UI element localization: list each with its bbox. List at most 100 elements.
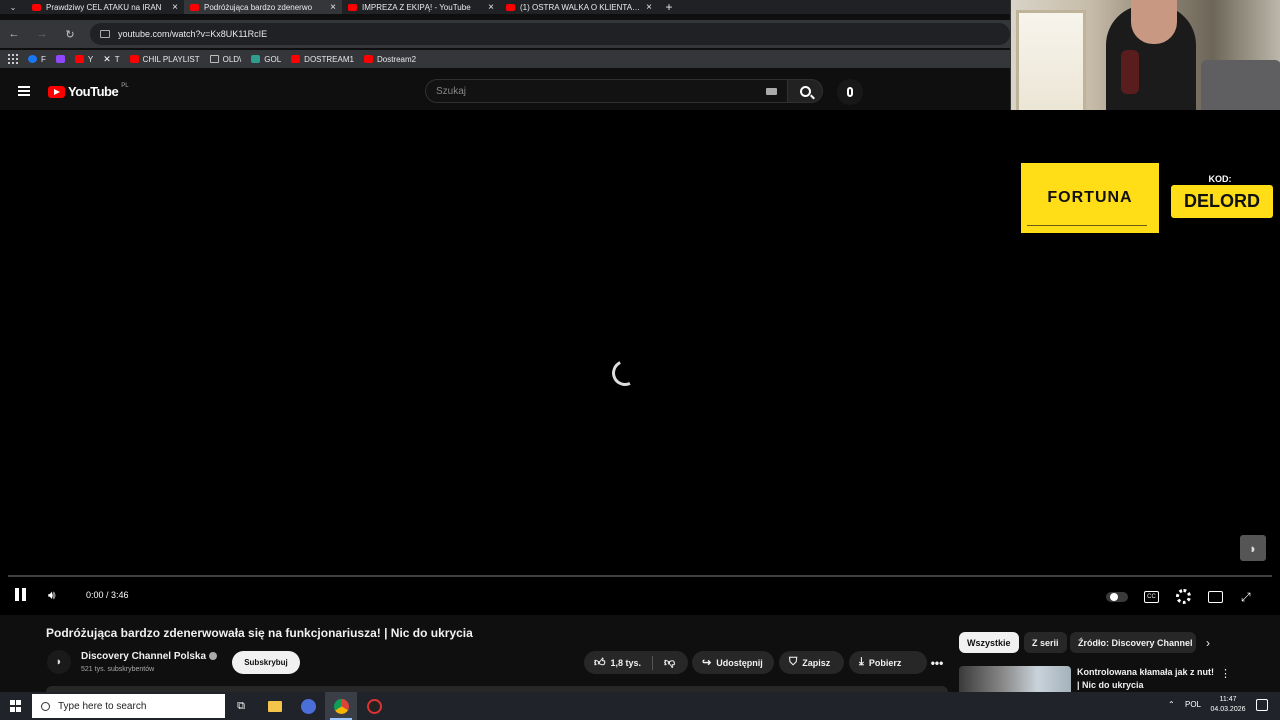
volume-icon[interactable]: 🔊︎ [48,588,62,602]
youtube-icon [291,55,301,63]
reload-icon[interactable]: ↻ [62,28,78,41]
taskbar: Type here to search ⧉ ⌃ POL 11:47 04.03.… [0,692,1280,720]
search-button[interactable] [787,79,823,103]
tab-title: IMPREZA Z EKIPĄ! - YouTube [362,2,471,12]
youtube-favicon-icon [32,3,41,11]
code-label: KOD: [1208,174,1232,184]
chip-all[interactable]: Wszystkie [959,632,1019,653]
share-button[interactable]: ↪ Udostępnij [692,651,774,674]
chrome-icon[interactable] [333,698,349,714]
menu-icon[interactable] [18,86,30,96]
url-field[interactable]: youtube.com/watch?v=Kx8UK11RcIE [90,23,1010,45]
x-icon: ✕ [103,53,111,64]
taskbar-search-placeholder: Type here to search [58,700,147,712]
settings-gear-icon[interactable] [1176,589,1191,604]
recommendation-thumbnail[interactable] [959,666,1071,692]
save-button[interactable]: ⛉ Zapisz [779,651,844,674]
subtitles-icon[interactable]: CC [1144,591,1159,603]
channel-watermark-icon[interactable]: ◗ [1240,535,1266,561]
tab-close-icon[interactable]: × [172,2,178,13]
taskbar-search[interactable]: Type here to search [32,694,225,718]
youtube-logo[interactable]: YouTube PL [48,83,129,99]
forward-icon[interactable]: → [34,28,50,40]
loading-spinner-icon [608,356,642,390]
tab-close-icon[interactable]: × [646,2,652,13]
sponsor-fine-print [1027,225,1147,229]
file-explorer-icon[interactable] [267,698,283,714]
dislike-icon[interactable]: 👎︎ [664,656,675,669]
bookmark-chil-playlist[interactable]: CHIL PLAYLIST [129,55,200,64]
bookmark-dostream1[interactable]: DOSTREAM1 [291,55,354,64]
youtube-icon [129,55,139,63]
autoplay-toggle[interactable] [1106,592,1128,602]
like-icon[interactable]: 👍︎ [594,656,606,669]
progress-bar[interactable] [8,575,1272,577]
theater-mode-icon[interactable] [1208,591,1223,603]
site-settings-icon[interactable] [100,30,110,38]
clock[interactable]: 11:47 04.03.2026 [1206,695,1250,715]
tab-1[interactable]: Podróżująca bardzo zdenerwo × [184,0,342,14]
subscribe-button[interactable]: Subskrybuj [232,651,300,674]
like-dislike-group: 👍︎ 1,8 tys. 👎︎ [584,651,688,674]
screen: ⌄ Prawdziwy CEL ATAKU na IRAN × Podróżuj… [0,0,1280,720]
bookmark-dostream2[interactable]: Dostream2 [363,55,416,64]
language-indicator[interactable]: POL [1185,700,1201,709]
bookmark-x[interactable]: ✕ T [103,54,119,65]
logo-text: YouTube [68,84,119,99]
notifications-icon[interactable] [1256,699,1268,711]
youtube-icon [363,55,373,63]
chrome-alt-icon[interactable] [300,698,316,714]
windows-start-icon[interactable] [10,700,22,712]
youtube-icon [74,55,84,63]
channel-name[interactable]: Discovery Channel Polska [81,651,218,662]
tab-close-icon[interactable]: × [330,2,336,13]
facebook-icon [28,55,37,63]
tab-title: Podróżująca bardzo zdenerwo [204,2,313,12]
tab-0[interactable]: Prawdziwy CEL ATAKU na IRAN × [26,0,184,14]
download-button[interactable]: ⤓ Pobierz [849,651,927,674]
recommendation-title[interactable]: Kontrolowana kłamała jak z nut! | Nic do… [1077,666,1217,692]
tab-close-icon[interactable]: × [488,2,494,13]
bookmark-youtube[interactable]: Y [74,55,93,64]
player-controls: 🔊︎ 0:00 / 3:46 CC ⤢ [0,584,1280,610]
tab-2[interactable]: IMPREZA Z EKIPĄ! - YouTube × [342,0,500,14]
search-icon [41,701,50,711]
app-icon[interactable] [366,698,382,714]
like-count[interactable]: 1,8 tys. [611,658,642,668]
fullscreen-icon[interactable]: ⤢ [1241,590,1255,604]
youtube-header: YouTube PL Szukaj [0,74,1010,110]
kebab-menu-icon[interactable]: ⋮ [1220,667,1231,680]
url-text: youtube.com/watch?v=Kx8UK11RcIE [118,29,268,39]
tab-title: Prawdziwy CEL ATAKU na IRAN [46,2,162,12]
youtube-play-icon [48,85,65,98]
apps-grid-icon[interactable] [8,54,18,64]
tab-title: (1) OSTRA WALKA O KLIENTA, C [520,2,642,12]
bookmark-facebook[interactable]: F [28,55,46,64]
search-placeholder: Szukaj [436,85,467,97]
video-title: Podróżująca bardzo zdenerwowała się na f… [46,626,473,640]
tray-chevron-icon[interactable]: ⌃ [1168,700,1175,709]
back-icon[interactable]: ← [6,28,22,40]
tab-search-icon[interactable]: ⌄ [0,0,26,14]
bookmark-icon: ⛉ [789,656,798,668]
youtube-favicon-icon [190,3,199,11]
clock-time: 11:47 [1219,696,1237,703]
pause-icon[interactable] [15,588,27,602]
verified-icon [209,652,218,661]
bookmark-folder-old[interactable]: OLD\ [209,55,241,64]
more-actions-icon[interactable]: ••• [926,651,948,674]
keyboard-icon[interactable] [766,88,777,95]
new-tab-icon[interactable]: + [658,0,680,14]
chip-source[interactable]: Źródło: Discovery Channel [1070,632,1196,653]
task-view-icon[interactable]: ⧉ [233,698,249,714]
voice-search-button[interactable] [837,79,863,105]
subscriber-count: 521 tys. subskrybentów [81,666,155,673]
search-input[interactable]: Szukaj [425,79,787,103]
chip-series[interactable]: Z serii [1024,632,1067,653]
bookmark-twitch[interactable] [55,55,65,63]
chevron-right-icon[interactable]: › [1206,636,1210,650]
bookmark-gol[interactable]: GOL [251,55,281,64]
tab-3[interactable]: (1) OSTRA WALKA O KLIENTA, C × [500,0,658,14]
channel-avatar[interactable]: ◗ [47,650,71,674]
tab-strip: ⌄ Prawdziwy CEL ATAKU na IRAN × Podróżuj… [0,0,1010,14]
